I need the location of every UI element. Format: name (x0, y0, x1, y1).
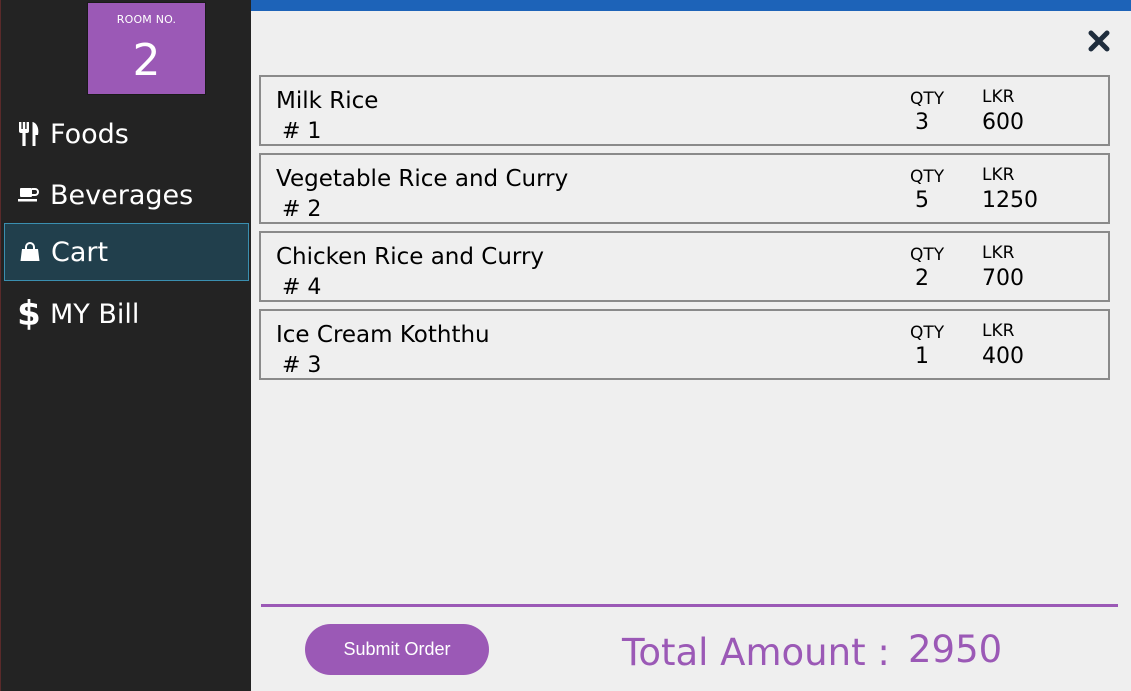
sidebar-item-beverages[interactable]: Beverages (4, 166, 249, 224)
qty-label: QTY (910, 245, 945, 265)
close-button[interactable] (1085, 27, 1113, 55)
sidebar-item-label: Cart (51, 236, 109, 268)
item-name: Chicken Rice and Curry (276, 244, 545, 270)
sidebar-item-cart[interactable]: Cart (4, 223, 249, 281)
item-id: # 2 (282, 197, 322, 222)
qty-value: 2 (915, 266, 929, 291)
sidebar-item-label: Beverages (50, 179, 194, 211)
currency-label: LKR (982, 321, 1015, 341)
room-number: 2 (132, 35, 161, 86)
item-name: Ice Cream Koththu (276, 322, 490, 348)
coffee-icon (18, 181, 40, 209)
qty-label: QTY (910, 89, 945, 109)
cart-item[interactable]: Chicken Rice and Curry # 4 QTY 2 LKR 700 (259, 231, 1110, 302)
sidebar-item-foods[interactable]: Foods (4, 105, 249, 163)
cart-item[interactable]: Vegetable Rice and Curry # 2 QTY 5 LKR 1… (259, 153, 1110, 224)
price-value: 600 (982, 110, 1024, 135)
app-window: ROOM NO. 2 Foods Beverages Cart $ MY Bil… (0, 0, 1131, 691)
room-label: ROOM NO. (116, 13, 177, 26)
footer-divider (261, 604, 1118, 607)
currency-label: LKR (982, 243, 1015, 263)
qty-value: 5 (915, 188, 929, 213)
qty-value: 3 (915, 110, 929, 135)
submit-order-button[interactable]: Submit Order (305, 624, 489, 675)
cart-panel: Milk Rice # 1 QTY 3 LKR 600 Vegetable Ri… (251, 11, 1131, 691)
currency-label: LKR (982, 165, 1015, 185)
item-id: # 1 (282, 119, 322, 144)
price-value: 700 (982, 266, 1024, 291)
price-value: 400 (982, 344, 1024, 369)
qty-label: QTY (910, 167, 945, 187)
sidebar-item-label: Foods (50, 118, 129, 150)
item-name: Milk Rice (276, 88, 379, 114)
room-number-badge: ROOM NO. 2 (87, 2, 206, 95)
sidebar-item-label: MY Bill (50, 298, 140, 330)
shopping-bag-icon (19, 238, 41, 266)
sidebar-item-my-bill[interactable]: $ MY Bill (4, 285, 249, 343)
cart-item[interactable]: Ice Cream Koththu # 3 QTY 1 LKR 400 (259, 309, 1110, 380)
sidebar: ROOM NO. 2 Foods Beverages Cart $ MY Bil… (0, 0, 251, 691)
dollar-icon: $ (17, 294, 41, 334)
cart-item[interactable]: Milk Rice # 1 QTY 3 LKR 600 (259, 75, 1110, 146)
close-icon (1088, 30, 1110, 52)
qty-value: 1 (915, 344, 929, 369)
currency-label: LKR (982, 87, 1015, 107)
item-name: Vegetable Rice and Curry (276, 166, 569, 192)
item-id: # 3 (282, 353, 322, 378)
total-amount-label: Total Amount : (622, 631, 890, 674)
price-value: 1250 (982, 188, 1038, 213)
total-amount-value: 2950 (908, 628, 1003, 671)
item-id: # 4 (282, 275, 322, 300)
qty-label: QTY (910, 323, 945, 343)
title-strip (251, 0, 1131, 11)
cutlery-icon (18, 120, 40, 148)
